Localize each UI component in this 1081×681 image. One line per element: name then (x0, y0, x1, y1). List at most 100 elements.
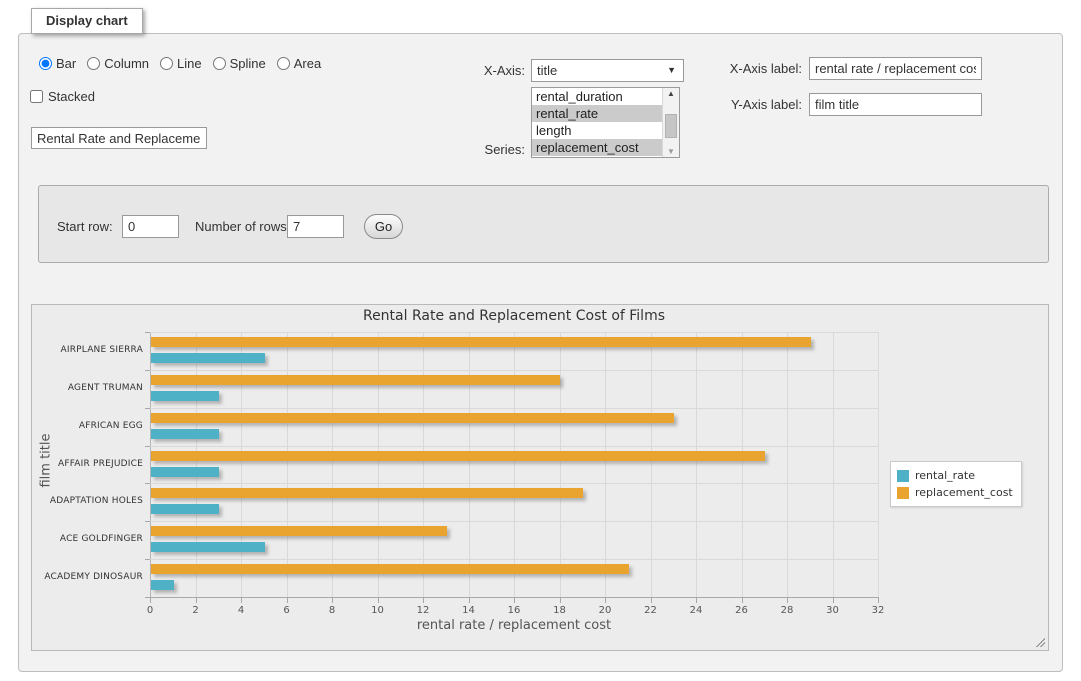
gridline (833, 332, 834, 597)
gridline (469, 332, 470, 597)
plot-area: 02468101214161820222426283032AIRPLANE SI… (150, 332, 878, 597)
scrollbar[interactable]: ▲ ▼ (662, 88, 679, 157)
x-tick-label: 16 (499, 605, 529, 616)
x-axis-label-field-label: X-Axis label: (702, 61, 802, 76)
series-option-replacement_cost[interactable]: replacement_cost (532, 139, 662, 156)
chart-type-label: Column (104, 56, 149, 71)
chart-type-area[interactable]: Area (277, 56, 321, 71)
bar-replacement_cost (151, 413, 674, 423)
x-axis-selected-value: title (537, 63, 557, 78)
scrollbar-thumb[interactable] (665, 114, 677, 138)
chart-container: Rental Rate and Replacement Cost of Film… (31, 304, 1049, 651)
gridline (150, 332, 878, 333)
gridline (651, 332, 652, 597)
number-of-rows-label: Number of rows: (195, 219, 290, 234)
x-tick-label: 20 (590, 605, 620, 616)
gridline (423, 332, 424, 597)
gridline (378, 332, 379, 597)
legend-label: rental_rate (915, 469, 975, 482)
gridline (150, 408, 878, 409)
legend-item-rental_rate[interactable]: rental_rate (897, 467, 1013, 484)
x-axis-title: rental rate / replacement cost (150, 618, 878, 633)
bar-replacement_cost (151, 337, 811, 347)
x-tick-label: 30 (818, 605, 848, 616)
bar-rental_rate (151, 391, 219, 401)
y-axis-label-input[interactable] (809, 93, 982, 116)
y-axis-label-field-label: Y-Axis label: (702, 97, 802, 112)
legend-swatch (897, 470, 909, 482)
x-axis-line (150, 597, 878, 598)
scroll-up-icon[interactable]: ▲ (663, 89, 679, 98)
series-options: rental_durationrental_ratelengthreplacem… (532, 88, 662, 157)
chart-type-group: Bar Column Line Spline Area (39, 56, 328, 71)
number-of-rows-input[interactable] (287, 215, 344, 238)
display-chart-panel: Display chart BarColumnLineSplineArea St… (18, 33, 1063, 672)
series-option-rental_rate[interactable]: rental_rate (532, 105, 662, 122)
category-label: ACE GOLDFINGER (36, 534, 143, 544)
x-tick-label: 8 (317, 605, 347, 616)
page: Display chart Bar Column Line Spline Area St… (0, 0, 1081, 681)
y-tick (145, 370, 150, 371)
radio-spline[interactable] (213, 57, 226, 70)
series-option-length[interactable]: length (532, 122, 662, 139)
y-tick (145, 559, 150, 560)
chevron-down-icon: ▼ (667, 60, 676, 81)
x-axis-select[interactable]: title ▼ (531, 59, 684, 82)
gridline (514, 332, 515, 597)
y-tick (145, 446, 150, 447)
x-tick-label: 0 (135, 605, 165, 616)
chart-type-line[interactable]: Line (160, 56, 202, 71)
bar-replacement_cost (151, 564, 629, 574)
x-tick-label: 6 (272, 605, 302, 616)
chart-type-label: Area (294, 56, 321, 71)
scroll-down-icon[interactable]: ▼ (663, 147, 679, 156)
x-axis-label-input[interactable] (809, 57, 982, 80)
radio-area[interactable] (277, 57, 290, 70)
x-tick-label: 14 (454, 605, 484, 616)
category-label: ACADEMY DINOSAUR (36, 572, 143, 582)
chart-type-bar[interactable]: Bar (39, 56, 76, 71)
panel-legend: Display chart (31, 8, 143, 34)
legend-label: replacement_cost (915, 486, 1013, 499)
row-controls-panel: Start row: Number of rows: Go (38, 185, 1049, 263)
series-multiselect[interactable]: rental_durationrental_ratelengthreplacem… (531, 87, 680, 158)
stacked-option[interactable]: Stacked (30, 89, 95, 104)
gridline (150, 521, 878, 522)
legend-swatch (897, 487, 909, 499)
gridline (241, 332, 242, 597)
radio-bar[interactable] (39, 57, 52, 70)
panel-legend-text: Display chart (46, 13, 128, 28)
radio-column[interactable] (87, 57, 100, 70)
series-option-rental_duration[interactable]: rental_duration (532, 88, 662, 105)
gridline (196, 332, 197, 597)
x-axis-select-label: X-Axis: (425, 63, 525, 78)
go-button[interactable]: Go (364, 214, 403, 239)
x-tick-label: 18 (545, 605, 575, 616)
category-label: AIRPLANE SIERRA (36, 345, 143, 355)
legend-item-replacement_cost[interactable]: replacement_cost (897, 484, 1013, 501)
x-tick-label: 26 (727, 605, 757, 616)
resize-handle[interactable] (1034, 636, 1045, 647)
chart-legend: rental_rate replacement_cost (890, 461, 1022, 507)
radio-line[interactable] (160, 57, 173, 70)
stacked-checkbox[interactable] (30, 90, 43, 103)
gridline (150, 446, 878, 447)
chart-type-column[interactable]: Column (87, 56, 149, 71)
chart-type-label: Line (177, 56, 202, 71)
series-select-label: Series: (425, 142, 525, 157)
x-tick (878, 597, 879, 603)
gridline (878, 332, 879, 597)
chart-title-input[interactable] (31, 127, 207, 149)
gridline (150, 483, 878, 484)
bar-replacement_cost (151, 375, 560, 385)
y-tick (145, 483, 150, 484)
bar-rental_rate (151, 542, 265, 552)
x-tick-label: 24 (681, 605, 711, 616)
gridline (787, 332, 788, 597)
x-tick-label: 32 (863, 605, 893, 616)
chart-type-spline[interactable]: Spline (213, 56, 266, 71)
start-row-input[interactable] (122, 215, 179, 238)
chart-title: Rental Rate and Replacement Cost of Film… (150, 308, 878, 324)
x-tick-label: 12 (408, 605, 438, 616)
x-tick-label: 22 (636, 605, 666, 616)
